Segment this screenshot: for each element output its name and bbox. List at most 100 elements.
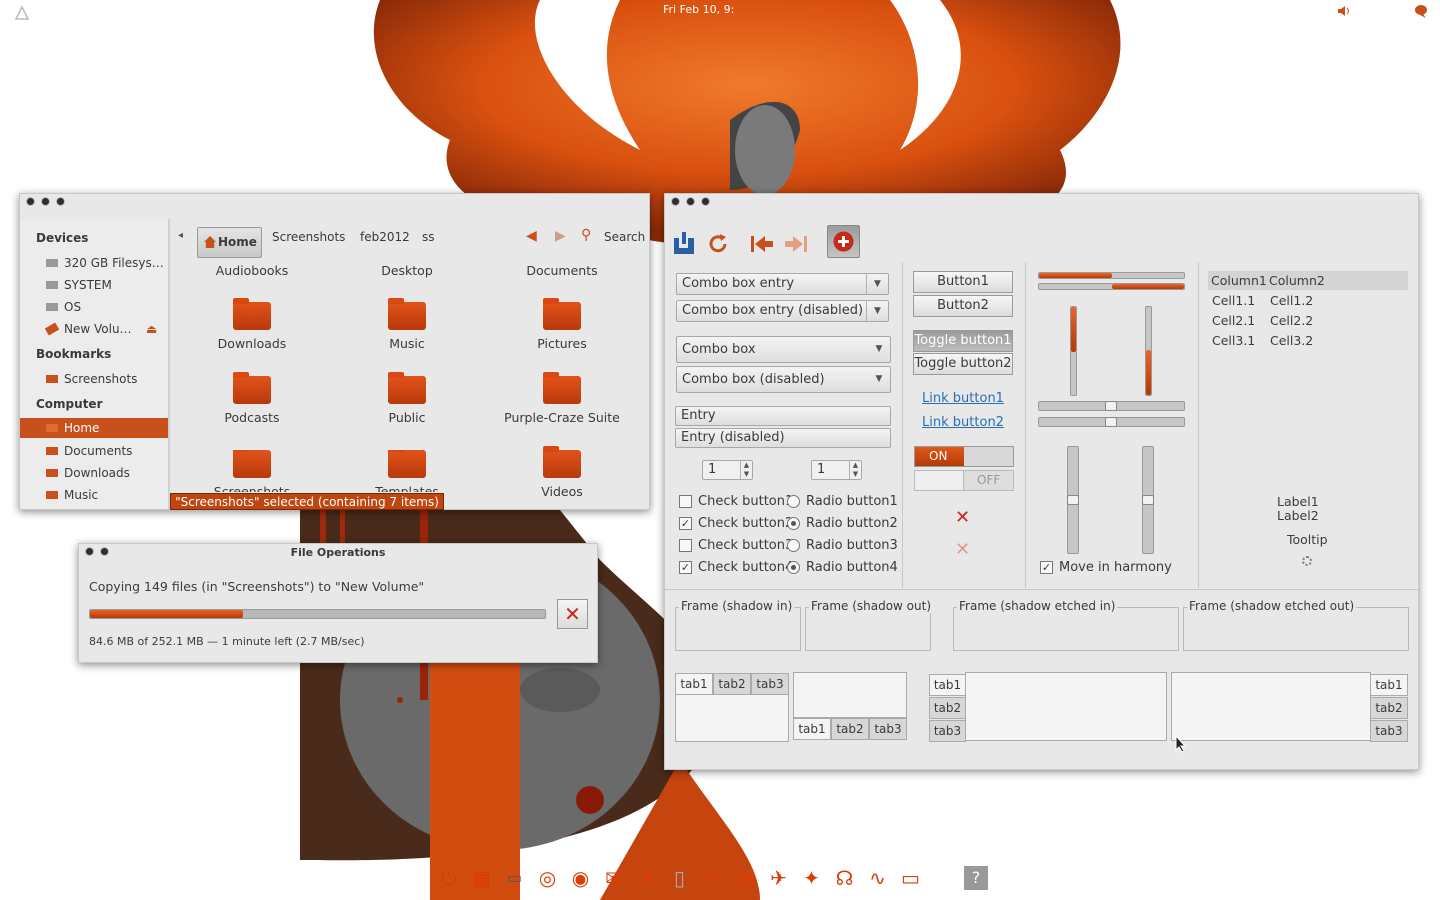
mail-icon[interactable]: ✉ — [597, 862, 630, 894]
minimize-button[interactable] — [41, 197, 50, 206]
radio-selected[interactable] — [787, 561, 800, 574]
close-icon[interactable]: ✕ — [955, 507, 970, 528]
check-button-4[interactable]: ✓ Check button4 — [679, 560, 793, 576]
tab-3[interactable]: tab3 — [929, 720, 966, 742]
combo-box-entry[interactable]: Combo box entry ▼ — [676, 273, 889, 295]
folder-screenshots[interactable]: Screenshots — [177, 450, 327, 492]
radio-button-2[interactable]: Radio button2 — [787, 516, 898, 532]
crumb-home[interactable]: Home — [197, 227, 262, 258]
tab-1[interactable]: tab1 — [675, 673, 713, 695]
tab-3[interactable]: tab3 — [1370, 720, 1408, 742]
search-button[interactable]: Search — [604, 230, 645, 244]
chat-icon[interactable]: ❦ — [630, 862, 663, 894]
weather-icon[interactable]: ☀ 15 F — [927, 862, 960, 894]
folder-purple-craze-suite[interactable]: Purple-Craze Suite — [487, 372, 637, 425]
sidebar-divider[interactable] — [168, 219, 170, 509]
clock[interactable]: Fri Feb 10, 9: — [663, 3, 734, 16]
tab-1[interactable]: tab1 — [929, 674, 966, 696]
chrome-icon[interactable]: ◎ — [531, 862, 564, 894]
combo-box[interactable]: Combo box ▼ — [676, 336, 891, 363]
spin-button-1[interactable]: 1 ▲ ▼ — [702, 460, 753, 480]
slider-handle[interactable] — [1105, 417, 1117, 427]
folder-documents[interactable]: Documents — [487, 263, 637, 278]
volume-icon[interactable] — [1336, 3, 1352, 19]
tree-cell[interactable]: Cell2.2 — [1270, 313, 1313, 328]
column-header-2[interactable]: Column2 — [1269, 273, 1325, 288]
switch-on[interactable]: ON — [914, 446, 1014, 467]
checkbox[interactable] — [679, 539, 692, 552]
slider-handle[interactable] — [1067, 495, 1079, 505]
folder-public[interactable]: Public — [332, 372, 482, 425]
close-button[interactable] — [671, 197, 680, 206]
folder-audiobooks[interactable]: Audiobooks — [177, 263, 327, 278]
slider-handle[interactable] — [1142, 495, 1154, 505]
checkbox[interactable] — [679, 495, 692, 508]
sidebar-item-os[interactable]: OS — [20, 297, 168, 317]
checkbox-checked[interactable]: ✓ — [679, 561, 692, 574]
check-button-3[interactable]: Check button3 — [679, 538, 793, 554]
back-icon[interactable]: ◀ — [526, 228, 537, 244]
calculator-icon[interactable]: ▤ — [729, 862, 762, 894]
sidebar-item-screenshots[interactable]: Screenshots — [20, 369, 168, 389]
terminal-icon[interactable]: ▭ — [498, 862, 531, 894]
button-1[interactable]: Button1 — [913, 271, 1013, 293]
crumb-screenshots[interactable]: Screenshots — [272, 230, 345, 244]
logo-icon[interactable] — [14, 5, 30, 21]
link-button-2[interactable]: Link button2 — [913, 415, 1013, 430]
sidebar-item-new-volume[interactable]: New Volu… ⏏ — [20, 319, 168, 339]
goto-last-icon[interactable] — [781, 230, 811, 258]
checkbox-checked[interactable]: ✓ — [1040, 561, 1053, 574]
tab-2[interactable]: tab2 — [713, 673, 751, 695]
vertical-scale-1[interactable] — [1067, 446, 1079, 554]
crumb-ss[interactable]: ss — [422, 230, 435, 244]
folder-desktop[interactable]: Desktop — [332, 263, 482, 278]
headphones-icon[interactable]: ☊ — [828, 862, 861, 894]
files-icon[interactable]: ▦ — [465, 862, 498, 894]
column-header-1[interactable]: Column1 — [1211, 273, 1267, 288]
tab-3[interactable]: tab3 — [751, 673, 789, 695]
move-in-harmony-check[interactable]: ✓ Move in harmony — [1040, 560, 1172, 576]
radio[interactable] — [787, 539, 800, 552]
tab-1[interactable]: tab1 — [793, 718, 831, 740]
sidebar-item-documents[interactable]: Documents — [20, 441, 168, 461]
firefox-icon[interactable]: ◉ — [564, 862, 597, 894]
tab-2[interactable]: tab2 — [929, 697, 966, 719]
toggle-button-1[interactable]: Toggle button1 — [913, 330, 1013, 352]
search-icon[interactable]: ⚲ — [581, 227, 591, 243]
tab-3[interactable]: tab3 — [869, 718, 907, 740]
chat-icon[interactable] — [1413, 3, 1429, 19]
radio-button-4[interactable]: Radio button4 — [787, 560, 898, 576]
tree-cell[interactable]: Cell3.1 — [1212, 333, 1255, 348]
chevron-down-icon[interactable]: ▼ — [866, 274, 888, 294]
wifi-icon[interactable] — [1375, 3, 1391, 19]
tree-cell[interactable]: Cell1.2 — [1270, 293, 1313, 308]
spin-button-2[interactable]: 1 ▲ ▼ — [811, 460, 862, 480]
button-2[interactable]: Button2 — [913, 295, 1013, 317]
folder-templates[interactable]: Templates — [332, 450, 482, 492]
tab-1[interactable]: tab1 — [1370, 674, 1408, 696]
chevron-down-icon[interactable]: ▼ — [868, 337, 890, 362]
bird-icon[interactable]: ✈ — [762, 862, 795, 894]
horizontal-scale-2[interactable] — [1038, 417, 1185, 427]
sidebar-item-downloads[interactable]: Downloads — [20, 463, 168, 483]
toggle-button-2[interactable]: Toggle button2 — [913, 353, 1013, 375]
forward-icon[interactable]: ▶ — [555, 228, 566, 244]
crumb-feb2012[interactable]: feb2012 — [360, 230, 410, 244]
refresh-icon[interactable] — [703, 230, 733, 258]
folder-music[interactable]: Music — [332, 298, 482, 351]
document-icon[interactable]: ▯ — [663, 862, 696, 894]
tab-2[interactable]: tab2 — [1370, 697, 1408, 719]
check-button-1[interactable]: Check button1 — [679, 494, 793, 510]
folder-downloads[interactable]: Downloads — [177, 298, 327, 351]
folder-pictures[interactable]: Pictures — [487, 298, 637, 351]
power-icon[interactable]: ⏻ — [432, 862, 465, 894]
display-icon[interactable]: ▭ — [894, 862, 927, 894]
switch-off[interactable]: OFF — [914, 470, 1014, 491]
folder-podcasts[interactable]: Podcasts — [177, 372, 327, 425]
checkbox-checked[interactable]: ✓ — [679, 517, 692, 530]
radio-button-3[interactable]: Radio button3 — [787, 538, 898, 554]
minimize-button[interactable] — [686, 197, 695, 206]
radio-selected[interactable] — [787, 517, 800, 530]
sidebar-item-music[interactable]: Music — [20, 485, 168, 505]
tooltip-label[interactable]: Tooltip — [1287, 532, 1328, 547]
